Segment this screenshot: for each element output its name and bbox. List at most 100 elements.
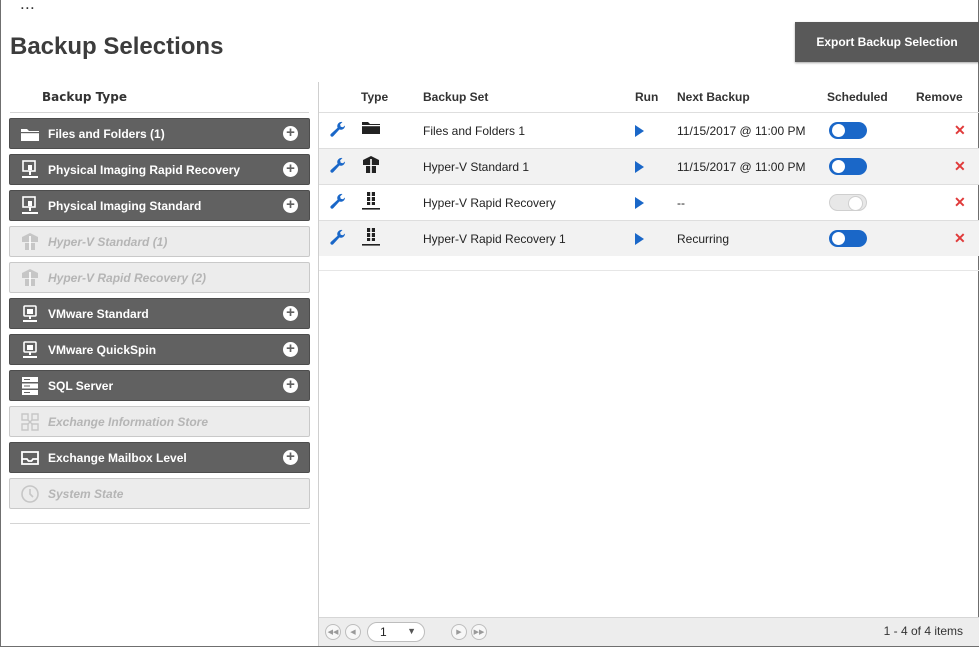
toggle-knob — [848, 196, 863, 211]
backup-type-label: Hyper-V Standard (1) — [48, 234, 168, 249]
backup-type-label: Physical Imaging Standard — [48, 198, 202, 213]
export-backup-selection-button[interactable]: Export Backup Selection — [795, 22, 979, 62]
pager-summary: 1 - 4 of 4 items — [883, 624, 963, 638]
run-icon[interactable] — [635, 161, 644, 173]
run-icon[interactable] — [635, 197, 644, 209]
wrench-icon[interactable] — [329, 229, 347, 250]
backup-type-item: Exchange Information Store — [9, 406, 310, 437]
vmware-icon — [18, 339, 42, 361]
wrench-icon[interactable] — [329, 157, 347, 178]
backup-type-label: VMware QuickSpin — [48, 342, 157, 357]
remove-icon[interactable]: ✕ — [954, 158, 966, 175]
backup-type-panel: Backup Type Files and Folders (1) + Physic… — [8, 82, 311, 524]
current-page: 1 — [380, 625, 387, 639]
first-page-button[interactable]: ◀◀ — [325, 624, 341, 640]
scheduled-toggle[interactable] — [829, 122, 867, 139]
column-type[interactable]: Type — [361, 90, 388, 104]
hyperv-rr-icon — [361, 227, 381, 250]
toggle-knob — [832, 160, 845, 173]
hyperv-rr-icon — [361, 191, 381, 214]
backup-type-item[interactable]: VMware Standard + — [9, 298, 310, 329]
page-select[interactable]: 1 ▼ — [367, 622, 425, 642]
backup-type-label: Exchange Information Store — [48, 414, 209, 429]
remove-icon[interactable]: ✕ — [954, 230, 966, 247]
backup-type-label: SQL Server — [48, 378, 114, 393]
add-icon[interactable]: + — [283, 125, 298, 141]
add-icon[interactable]: + — [283, 161, 298, 177]
backup-type-label: Exchange Mailbox Level — [48, 450, 187, 465]
column-scheduled[interactable]: Scheduled — [827, 90, 888, 104]
top-caption: ... — [20, 0, 36, 13]
backup-type-item[interactable]: Exchange Mailbox Level + — [9, 442, 310, 473]
hyperv-icon — [361, 155, 381, 178]
mailbox-icon — [18, 447, 42, 469]
backup-type-label: System State — [48, 486, 124, 501]
run-icon[interactable] — [635, 233, 644, 245]
table-row[interactable]: Files and Folders 1 11/15/2017 @ 11:00 PM… — [319, 112, 979, 148]
grid-rows-end — [319, 270, 979, 271]
wrench-icon[interactable] — [329, 193, 347, 214]
backup-set-name: Hyper-V Rapid Recovery 1 — [423, 232, 566, 246]
server-monitor-icon — [18, 159, 42, 181]
backup-type-label: Files and Folders (1) — [48, 126, 165, 141]
toggle-knob — [832, 124, 845, 137]
backup-type-item: Hyper-V Standard (1) — [9, 226, 310, 257]
vmware-icon — [18, 303, 42, 325]
remove-icon[interactable]: ✕ — [954, 122, 966, 139]
table-row[interactable]: Hyper-V Standard 1 11/15/2017 @ 11:00 PM ✕ — [319, 148, 979, 184]
backup-set-name: Hyper-V Standard 1 — [423, 160, 530, 174]
folder-icon — [361, 119, 381, 138]
folder-icon — [18, 123, 42, 145]
backup-type-item[interactable]: SQL Server + — [9, 370, 310, 401]
remove-icon[interactable]: ✕ — [954, 194, 966, 211]
next-page-button[interactable]: ▶ — [451, 624, 467, 640]
server-monitor-icon — [18, 195, 42, 217]
system-state-icon — [18, 483, 42, 505]
scheduled-toggle[interactable] — [829, 230, 867, 247]
next-backup-value: 11/15/2017 @ 11:00 PM — [677, 160, 806, 174]
backup-set-name: Hyper-V Rapid Recovery — [423, 196, 556, 210]
backup-type-label: VMware Standard — [48, 306, 149, 321]
column-remove[interactable]: Remove — [916, 90, 963, 104]
backup-type-item[interactable]: Physical Imaging Standard + — [9, 190, 310, 221]
backup-type-item[interactable]: Files and Folders (1) + — [9, 118, 310, 149]
wrench-icon[interactable] — [329, 121, 347, 142]
page-title: Backup Selections — [10, 33, 224, 60]
backup-type-label: Hyper-V Rapid Recovery (2) — [48, 270, 207, 285]
next-backup-value: -- — [677, 196, 685, 210]
run-icon[interactable] — [635, 125, 644, 137]
column-run[interactable]: Run — [635, 90, 658, 104]
exchange-icon — [18, 411, 42, 433]
add-icon[interactable]: + — [283, 305, 298, 321]
backup-type-item: System State — [9, 478, 310, 509]
hyperv-icon — [18, 267, 42, 289]
backup-type-header: Backup Type — [10, 82, 309, 113]
column-backup-set[interactable]: Backup Set — [423, 90, 488, 104]
backup-type-label: Physical Imaging Rapid Recovery — [48, 162, 241, 177]
last-page-button[interactable]: ▶▶ — [471, 624, 487, 640]
chevron-down-icon: ▼ — [407, 626, 416, 636]
scheduled-toggle[interactable] — [829, 158, 867, 175]
backup-type-item: Hyper-V Rapid Recovery (2) — [9, 262, 310, 293]
backup-type-item[interactable]: VMware QuickSpin + — [9, 334, 310, 365]
scheduled-toggle[interactable] — [829, 194, 867, 211]
table-row[interactable]: Hyper-V Rapid Recovery 1 Recurring ✕ — [319, 220, 979, 256]
add-icon[interactable]: + — [283, 341, 298, 357]
add-icon[interactable]: + — [283, 377, 298, 393]
add-icon[interactable]: + — [283, 449, 298, 465]
column-next-backup[interactable]: Next Backup — [677, 90, 750, 104]
toggle-knob — [832, 232, 845, 245]
grid-header: Type Backup Set Run Next Backup Schedule… — [319, 82, 979, 112]
pager: ◀◀ ◀ 1 ▼ ▶ ▶▶ 1 - 4 of 4 items — [319, 617, 979, 646]
backup-type-item[interactable]: Physical Imaging Rapid Recovery + — [9, 154, 310, 185]
next-backup-value: 11/15/2017 @ 11:00 PM — [677, 124, 806, 138]
backup-sets-grid: Type Backup Set Run Next Backup Schedule… — [318, 82, 979, 646]
add-icon[interactable]: + — [283, 197, 298, 213]
backup-type-divider — [10, 523, 310, 524]
backup-set-name: Files and Folders 1 — [423, 124, 526, 138]
next-backup-value: Recurring — [677, 232, 730, 246]
backup-type-list: Files and Folders (1) + Physical Imaging R… — [8, 118, 311, 509]
table-row[interactable]: Hyper-V Rapid Recovery -- ✕ — [319, 184, 979, 220]
prev-page-button[interactable]: ◀ — [345, 624, 361, 640]
database-icon — [18, 375, 42, 397]
